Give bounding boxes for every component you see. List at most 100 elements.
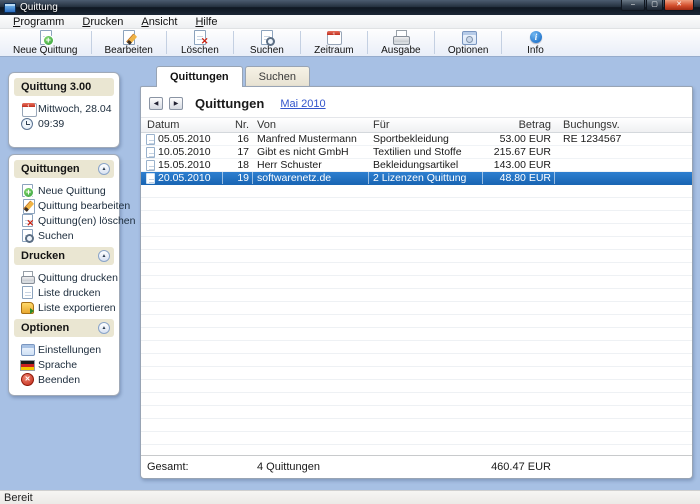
column-header-fuer[interactable]: Für bbox=[369, 119, 483, 131]
sidebar-item-sprache[interactable]: Sprache bbox=[14, 357, 114, 372]
current-date: Mittwoch, 28.04 bbox=[14, 101, 114, 116]
cell-fuer: Bekleidungsartikel bbox=[369, 159, 483, 171]
edit-pencil-icon bbox=[120, 30, 137, 45]
cell-datum: 10.05.2010 bbox=[158, 146, 211, 158]
sidebar-item-label: Liste exportieren bbox=[38, 302, 116, 314]
content-area: Quittung 3.00 Mittwoch, 28.04 09:39 Quit… bbox=[0, 57, 700, 490]
tab-suchen[interactable]: Suchen bbox=[245, 66, 310, 86]
sidebar-info-panel: Quittung 3.00 Mittwoch, 28.04 09:39 bbox=[8, 72, 120, 148]
collapse-arrow-icon[interactable]: ▲ bbox=[98, 322, 110, 334]
collapse-arrow-icon[interactable]: ▲ bbox=[98, 163, 110, 175]
table-row[interactable]: 05.05.2010 16 Manfred Mustermann Sportbe… bbox=[141, 133, 692, 146]
column-header-buchungsv[interactable]: Buchungsv. bbox=[555, 119, 692, 131]
toolbar-info-button[interactable]: Info bbox=[502, 29, 568, 56]
section-title: Drucken bbox=[21, 250, 65, 262]
close-button[interactable]: ✕ bbox=[664, 0, 694, 11]
cell-betrag: 48.80 EUR bbox=[483, 172, 555, 184]
options-window-icon bbox=[460, 30, 477, 45]
table-row[interactable]: 10.05.2010 17 Gibt es nicht GmbH Textili… bbox=[141, 146, 692, 159]
toolbar-label: Info bbox=[527, 45, 544, 56]
document-new-icon bbox=[37, 30, 54, 45]
document-icon bbox=[20, 286, 34, 299]
column-header-nr[interactable]: Nr. bbox=[223, 119, 253, 131]
menu-hilfe[interactable]: Hilfe bbox=[186, 16, 226, 28]
section-title: Optionen bbox=[21, 322, 69, 334]
sidebar-item-neue-quittung[interactable]: Neue Quittung bbox=[14, 183, 114, 198]
sidebar-item-quittung-bearbeiten[interactable]: Quittung bearbeiten bbox=[14, 198, 114, 213]
cell-betrag: 143.00 EUR bbox=[483, 159, 555, 171]
toolbar-output-button[interactable]: Ausgabe bbox=[368, 29, 434, 56]
table-row[interactable]: 15.05.2010 18 Herr Schuster Bekleidungsa… bbox=[141, 159, 692, 172]
sidebar-item-label: Quittung(en) löschen bbox=[38, 215, 135, 227]
toolbar-label: Neue Quittung bbox=[13, 45, 78, 56]
settings-icon bbox=[20, 343, 34, 356]
menubar: Programm Drucken Ansicht Hilfe bbox=[0, 15, 700, 29]
next-month-button[interactable]: ▶ bbox=[169, 97, 183, 110]
page-title: Quittungen bbox=[195, 96, 264, 111]
sidebar-item-liste-exportieren[interactable]: Liste exportieren bbox=[14, 300, 114, 315]
section-header-drucken: Drucken ▲ bbox=[14, 247, 114, 265]
toolbar-label: Bearbeiten bbox=[105, 45, 153, 56]
sidebar-item-liste-drucken[interactable]: Liste drucken bbox=[14, 285, 114, 300]
minimize-button[interactable]: – bbox=[621, 0, 645, 11]
sidebar-item-label: Liste drucken bbox=[38, 287, 100, 299]
app-version-label: Quittung 3.00 bbox=[21, 81, 91, 93]
current-time: 09:39 bbox=[14, 116, 114, 131]
cell-nr: 17 bbox=[223, 146, 253, 158]
edit-pencil-icon bbox=[20, 199, 34, 212]
date-label: Mittwoch, 28.04 bbox=[38, 103, 112, 115]
statusbar: Bereit bbox=[0, 490, 700, 504]
cell-nr: 19 bbox=[223, 172, 253, 184]
status-text: Bereit bbox=[4, 492, 33, 504]
menu-programm[interactable]: Programm bbox=[4, 16, 73, 28]
panel-header: ◀ ▶ Quittungen Mai 2010 bbox=[141, 87, 692, 117]
toolbar-label: Suchen bbox=[250, 45, 284, 56]
sidebar-item-einstellungen[interactable]: Einstellungen bbox=[14, 342, 114, 357]
toolbar-options-button[interactable]: Optionen bbox=[435, 29, 502, 56]
toolbar: Neue Quittung Bearbeiten Löschen Suchen … bbox=[0, 29, 700, 57]
table-header: Datum Nr. Von Für Betrag Buchungsv. bbox=[141, 117, 692, 133]
info-panel-header: Quittung 3.00 bbox=[14, 78, 114, 96]
german-flag-icon bbox=[20, 358, 34, 371]
tab-quittungen[interactable]: Quittungen bbox=[156, 66, 243, 87]
period-link[interactable]: Mai 2010 bbox=[280, 98, 325, 110]
cell-von: Gibt es nicht GmbH bbox=[253, 146, 369, 158]
toolbar-new-receipt-button[interactable]: Neue Quittung bbox=[0, 29, 91, 56]
tab-bar: Quittungen Suchen bbox=[140, 63, 693, 86]
sidebar-item-label: Sprache bbox=[38, 359, 77, 371]
sidebar-item-beenden[interactable]: Beenden bbox=[14, 372, 114, 387]
sidebar-item-quittungen-loeschen[interactable]: Quittung(en) löschen bbox=[14, 213, 114, 228]
sidebar-item-quittung-drucken[interactable]: Quittung drucken bbox=[14, 270, 114, 285]
titlebar: Quittung – ▢ ✕ bbox=[0, 0, 700, 15]
sidebar-item-suchen[interactable]: Suchen bbox=[14, 228, 114, 243]
calendar-icon bbox=[20, 102, 34, 115]
footer-total-label: Gesamt: bbox=[141, 461, 223, 473]
receipt-doc-icon bbox=[146, 160, 155, 171]
collapse-arrow-icon[interactable]: ▲ bbox=[98, 250, 110, 262]
quit-icon bbox=[20, 373, 34, 386]
sidebar-item-label: Neue Quittung bbox=[38, 185, 106, 197]
table-footer: Gesamt: 4 Quittungen 460.47 EUR bbox=[141, 456, 692, 478]
printer-icon bbox=[20, 271, 34, 284]
maximize-button[interactable]: ▢ bbox=[646, 0, 663, 11]
column-header-von[interactable]: Von bbox=[253, 119, 369, 131]
menu-drucken[interactable]: Drucken bbox=[73, 16, 132, 28]
menu-ansicht[interactable]: Ansicht bbox=[132, 16, 186, 28]
toolbar-period-button[interactable]: Zeitraum bbox=[301, 29, 367, 56]
previous-month-button[interactable]: ◀ bbox=[149, 97, 163, 110]
toolbar-label: Optionen bbox=[448, 45, 489, 56]
cell-betrag: 53.00 EUR bbox=[483, 133, 555, 145]
document-new-icon bbox=[20, 184, 34, 197]
toolbar-delete-button[interactable]: Löschen bbox=[167, 29, 233, 56]
column-header-datum[interactable]: Datum bbox=[141, 119, 223, 131]
toolbar-label: Ausgabe bbox=[381, 45, 420, 56]
window-title: Quittung bbox=[20, 2, 58, 13]
table-row-selected[interactable]: 20.05.2010 19 softwarenetz.de 2 Lizenzen… bbox=[141, 172, 692, 185]
column-header-betrag[interactable]: Betrag bbox=[483, 119, 555, 131]
toolbar-search-button[interactable]: Suchen bbox=[234, 29, 300, 56]
info-icon bbox=[527, 30, 544, 45]
app-receipt-icon bbox=[4, 3, 16, 13]
toolbar-edit-button[interactable]: Bearbeiten bbox=[92, 29, 166, 56]
cell-fuer: 2 Lizenzen Quittung bbox=[369, 172, 483, 184]
section-header-optionen: Optionen ▲ bbox=[14, 319, 114, 337]
